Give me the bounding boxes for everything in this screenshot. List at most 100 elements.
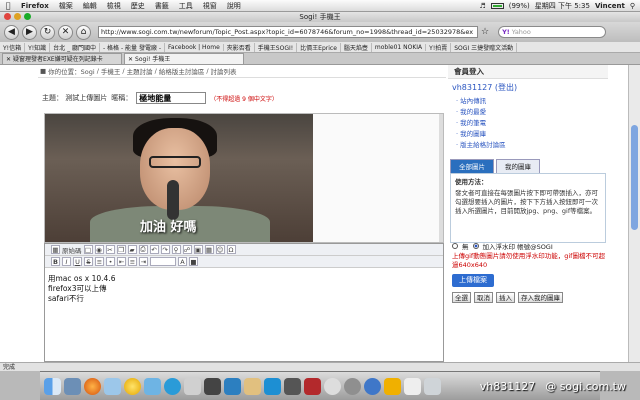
link-app-icon[interactable] [184,377,201,395]
box-icon[interactable] [104,377,121,395]
menu-edit[interactable]: 編輯 [78,1,102,11]
menu-view[interactable]: 檢視 [102,1,126,11]
save-to-gallery-button[interactable]: 存入我的圖庫 [518,292,563,303]
breadcrumb-item[interactable]: 給格版主討論區 [159,66,205,76]
cancel-button[interactable]: 取消 [474,292,493,303]
finder-icon[interactable] [44,377,61,395]
trash-icon[interactable] [424,377,441,395]
bold-icon[interactable]: B [51,257,60,266]
url-input[interactable]: http://www.sogi.com.tw/newforum/Topic_Po… [98,26,478,38]
table-icon[interactable]: ▦ [204,245,214,254]
align-left-icon[interactable]: ⇤ [117,257,126,266]
itunes-icon[interactable] [364,377,381,395]
zoom-window-icon[interactable] [24,13,31,20]
find-icon[interactable]: ⚲ [171,245,181,254]
radio-watermark[interactable] [472,243,479,249]
upload-button[interactable]: 上傳檔案 [452,274,494,287]
dictionary-icon[interactable] [304,377,321,395]
volume-icon[interactable]: ♬ [479,2,485,10]
editor-body[interactable]: 用mac os x 10.4.6 firefox3可以上傳 safari不行 [45,268,443,310]
smiley-icon[interactable]: ☺ [215,245,225,254]
stop-button[interactable]: ✕ [58,24,73,40]
copy-icon[interactable]: ❐ [116,245,126,254]
clock-icon[interactable] [324,377,341,395]
cut-icon[interactable]: ✂ [105,245,115,254]
underline-icon[interactable]: U [73,257,82,266]
tab-2[interactable]: ✕ Sogi! 手機王 [124,53,244,64]
headphones-icon[interactable] [384,377,401,395]
apple-icon[interactable]:  [0,1,16,10]
mail-icon[interactable] [64,377,81,395]
logout-link[interactable]: (登出) [495,83,517,92]
insert-button[interactable]: 插入 [496,292,515,303]
bookmark-item[interactable]: moble01 NOKIA [372,43,427,51]
firefox-icon[interactable] [84,377,101,395]
align-center-icon[interactable]: ≡ [128,257,137,266]
source-button[interactable]: 原始碼 [62,245,82,255]
breadcrumb-item[interactable]: 手機王 [101,66,121,76]
clock[interactable]: 星期四 下午 5:35 [535,1,590,11]
bookmark-star-icon[interactable]: ☆ [481,27,489,37]
preview-icon[interactable]: ◉ [94,245,104,254]
bg-color-icon[interactable]: ■ [189,257,198,266]
k-app-icon[interactable] [264,377,281,395]
menu-bookmarks[interactable]: 書籤 [150,1,174,11]
bookmark-item[interactable]: - 格格 - 能量 發電廠 - [100,42,166,52]
menu-app[interactable]: Firefox [16,2,54,10]
breadcrumb-item[interactable]: 你的位置：Sogi [48,66,95,76]
paste-icon[interactable]: ▰ [127,245,137,254]
source-icon[interactable]: ▦ [51,245,60,254]
tab-my-gallery[interactable]: 我的圖庫 [496,159,540,173]
nickname-input[interactable]: 極地能量 [136,92,207,104]
search-input[interactable]: Y! Yahoo [498,26,607,38]
bookmark-item[interactable]: SOGI 三捷發贈文活動 [451,42,518,52]
scrollbar-thumb[interactable] [631,125,638,230]
tab-1[interactable]: ✕ 疑窗理發者EXE嫌可疑在列記錄卡 [2,53,122,64]
bookmark-item[interactable]: 手機王SOGI! [255,42,298,52]
new-page-icon[interactable]: □ [83,245,93,254]
bookmark-item[interactable]: 台北 _ 廳門國中 [50,42,100,52]
ordered-list-icon[interactable]: ≡ [95,257,104,266]
tab-all-images[interactable]: 全部圖片 [450,159,494,173]
menu-window[interactable]: 視窗 [198,1,222,11]
breadcrumb-item[interactable]: 主題討論 [127,66,153,76]
undo-icon[interactable]: ↶ [149,245,159,254]
forward-button[interactable]: ▶ [22,24,37,40]
gear-icon[interactable] [344,377,361,395]
battery-icon[interactable] [490,2,504,9]
font-size-select[interactable] [150,257,176,266]
special-char-icon[interactable]: Ω [226,245,236,254]
photo-app-icon[interactable] [224,377,241,395]
menu-notes[interactable]: · 我的筆電 [448,118,608,129]
bookmark-item[interactable]: Y!知識 [25,42,51,52]
back-button[interactable]: ◀ [4,24,19,40]
menu-history[interactable]: 歷史 [126,1,150,11]
strike-icon[interactable]: S [84,257,93,266]
bullet-list-icon[interactable]: • [106,257,115,266]
menu-file[interactable]: 檔案 [54,1,78,11]
breadcrumb-item[interactable]: 討論列表 [211,66,237,76]
bookmark-item[interactable]: 夾影否看 [224,42,255,52]
film-icon[interactable] [284,377,301,395]
bookmark-item[interactable]: Facebook | Home [165,43,224,51]
redo-icon[interactable]: ↷ [160,245,170,254]
home-button[interactable]: ⌂ [76,24,91,40]
bookmark-item[interactable]: Y!信箱 [0,42,26,52]
reload-button[interactable]: ↻ [40,24,55,40]
menu-favorites[interactable]: · 我的最愛 [448,107,608,118]
close-window-icon[interactable] [4,13,11,20]
select-all-button[interactable]: 全選 [452,292,471,303]
media-icon[interactable] [204,377,221,395]
menu-moderator[interactable]: · 版主給格討論區 [448,140,608,151]
image-icon[interactable]: ▣ [193,245,203,254]
tab-close-icon[interactable]: ✕ [128,54,133,64]
page-scrollbar[interactable] [628,65,640,362]
bookmark-item[interactable]: Y!拍賣 [426,42,452,52]
text-color-icon[interactable]: A [178,257,187,266]
preview-scrollbar[interactable] [439,114,443,242]
menu-gallery[interactable]: · 我的圖庫 [448,129,608,140]
user-name[interactable]: Vincent [595,2,625,10]
align-right-icon[interactable]: ⇥ [139,257,148,266]
menu-messages[interactable]: · 站內傳訊 [448,96,608,107]
preview-app-icon[interactable] [244,377,261,395]
